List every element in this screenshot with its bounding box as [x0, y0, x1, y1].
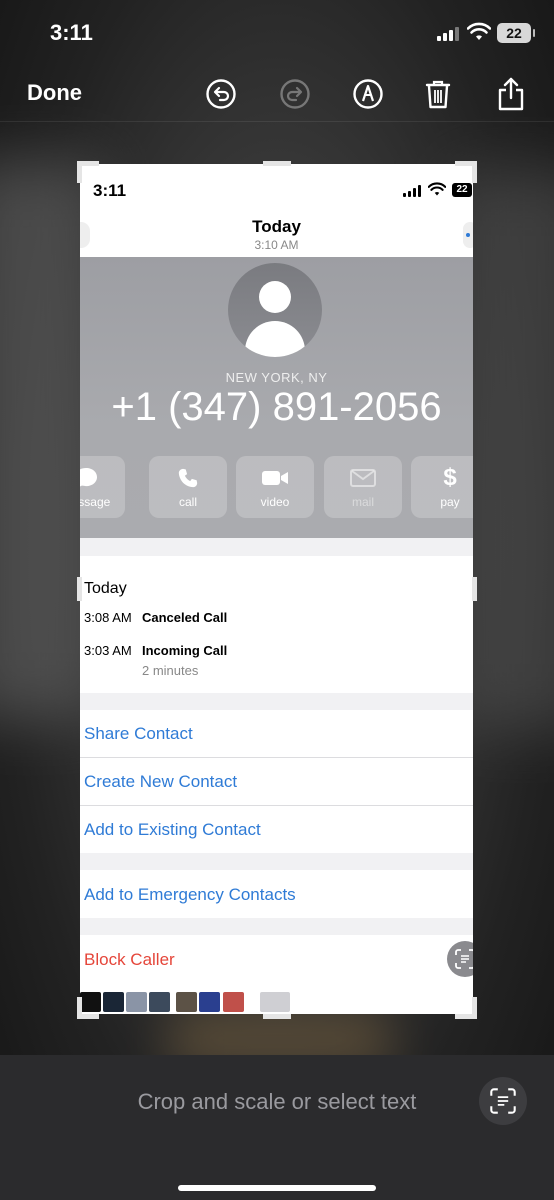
- contact-card: NEW YORK, NY +1 (347) 891-2056 message c…: [80, 257, 473, 538]
- app-thumbnail: [199, 992, 220, 1012]
- battery-indicator: 22: [497, 23, 535, 43]
- call-time: 3:03 AM: [84, 643, 132, 658]
- contact-location: NEW YORK, NY: [225, 370, 328, 385]
- editor-toolbar: Done: [0, 66, 554, 122]
- app-thumbnail: [223, 992, 244, 1012]
- contact-header: Today 3:10 AM: [80, 212, 473, 257]
- done-button[interactable]: Done: [27, 80, 82, 106]
- redo-icon[interactable]: [277, 76, 313, 112]
- call-duration: 2 minutes: [142, 663, 199, 678]
- call-log-row: 3:03 AM Incoming Call: [84, 643, 227, 658]
- share-contact-link: Share Contact: [84, 724, 193, 743]
- dock-thumbnail-strip: [80, 992, 473, 1014]
- mail-icon: [324, 466, 402, 490]
- screenshot-editor: 3:11 22 Done 3:11 22 Today 3:10 AM NEW Y…: [0, 0, 554, 1200]
- home-indicator[interactable]: [178, 1185, 376, 1191]
- app-thumbnail: [103, 992, 124, 1012]
- call-time: 3:08 AM: [84, 610, 132, 625]
- add-existing-contact-link: Add to Existing Contact: [84, 820, 261, 839]
- divider: [80, 757, 473, 758]
- trash-icon[interactable]: [420, 76, 456, 112]
- live-text-icon: [455, 949, 473, 969]
- mail-label: mail: [351, 495, 374, 509]
- video-icon: [236, 466, 314, 490]
- app-thumbnail: [80, 992, 101, 1012]
- status-bar: 3:11 22: [0, 0, 554, 66]
- app-thumbnail: [176, 992, 197, 1012]
- pay-label: pay: [440, 495, 460, 509]
- wifi-icon: [428, 182, 446, 196]
- cellular-signal-icon: [403, 185, 423, 197]
- status-time: 3:11: [50, 20, 93, 45]
- section-separator: [80, 693, 473, 710]
- message-label: message: [80, 495, 111, 509]
- app-thumbnail: [260, 992, 290, 1012]
- live-text-icon: [490, 1088, 516, 1114]
- section-separator: [80, 918, 473, 935]
- preview-status-bar: 3:11 22: [80, 164, 473, 212]
- phone-icon: [149, 466, 227, 490]
- avatar: [228, 263, 322, 357]
- video-button: video: [236, 456, 314, 518]
- call-button: call: [149, 456, 227, 518]
- block-caller-link: Block Caller: [84, 950, 175, 969]
- live-text-toggle-button[interactable]: [479, 1077, 527, 1125]
- wifi-icon: [467, 22, 491, 40]
- contact-phone-number: +1 (347) 891-2056: [111, 385, 442, 429]
- add-emergency-contact-link: Add to Emergency Contacts: [84, 885, 296, 904]
- crop-instruction: Crop and scale or select text: [137, 1089, 417, 1114]
- undo-icon[interactable]: [203, 76, 239, 112]
- preview-status-time: 3:11: [93, 181, 127, 200]
- share-icon[interactable]: [493, 76, 529, 112]
- screenshot-preview[interactable]: 3:11 22 Today 3:10 AM NEW YORK, NY +1 (3…: [80, 164, 473, 1014]
- call-type: Canceled Call: [142, 610, 228, 625]
- header-subtitle: 3:10 AM: [254, 238, 299, 252]
- section-separator: [80, 853, 473, 870]
- recents-heading: Today: [84, 580, 127, 597]
- bottom-bar: Crop and scale or select text: [0, 1055, 554, 1200]
- message-icon: [80, 466, 125, 490]
- app-thumbnail: [126, 992, 147, 1012]
- call-log-row: 3:08 AM Canceled Call: [84, 610, 227, 625]
- call-label: call: [178, 495, 197, 509]
- live-text-button[interactable]: [447, 941, 473, 977]
- app-thumbnail: [149, 992, 170, 1012]
- contact-actions: message call video: [80, 456, 473, 518]
- call-type: Incoming Call: [142, 643, 228, 658]
- video-label: video: [260, 495, 290, 509]
- message-button: message: [80, 456, 125, 518]
- section-separator: [80, 538, 473, 556]
- cellular-signal-icon: [437, 26, 461, 41]
- divider: [80, 805, 473, 806]
- dollar-icon: $: [443, 464, 457, 491]
- mail-button: mail: [324, 456, 402, 518]
- battery-indicator: 22: [452, 183, 472, 197]
- markup-icon[interactable]: [350, 76, 386, 112]
- create-new-contact-link: Create New Contact: [84, 772, 238, 791]
- header-title: Today: [252, 217, 301, 236]
- pay-button: $ pay: [411, 456, 473, 518]
